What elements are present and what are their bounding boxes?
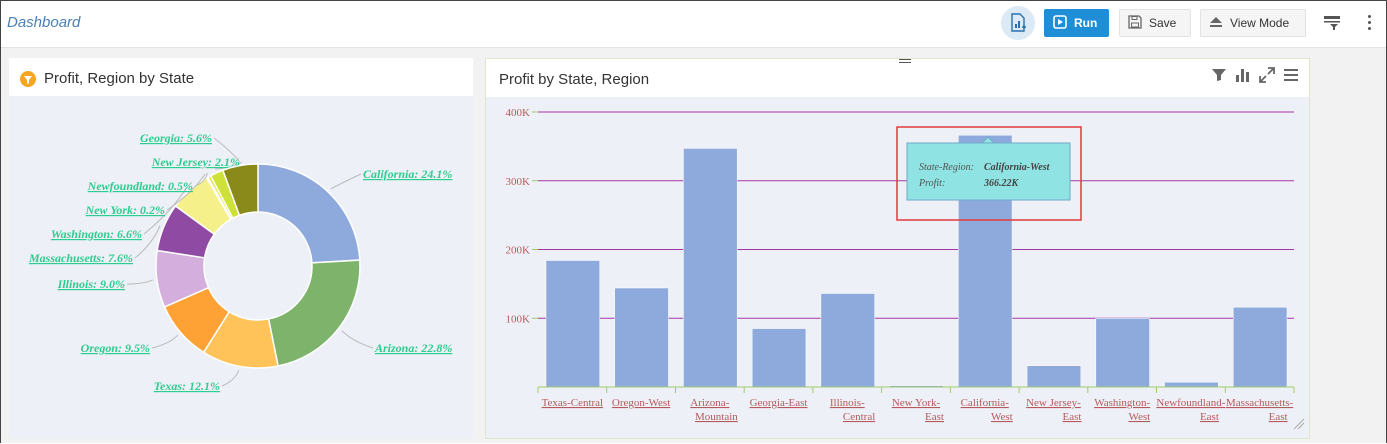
donut-leader-line bbox=[341, 330, 374, 349]
expand-icon[interactable] bbox=[1259, 67, 1275, 83]
x-tick-label: East bbox=[925, 411, 944, 423]
donut-leader-line bbox=[330, 173, 362, 190]
x-tick-label: East bbox=[1269, 411, 1288, 423]
x-tick-label: Mountain bbox=[695, 411, 738, 423]
bar-chart: 100K 200K 300K 400K Texas-Central Oregon-West… bbox=[506, 107, 1305, 430]
y-tick-label: 100K bbox=[506, 313, 531, 325]
run-button[interactable]: Run bbox=[1044, 9, 1109, 37]
app-title: Dashboard bbox=[7, 14, 81, 31]
tooltip-value: California-West bbox=[984, 162, 1051, 173]
tooltip-key: Profit: bbox=[918, 178, 945, 189]
donut-label: Arizona: 22.8% bbox=[374, 341, 452, 355]
run-label: Run bbox=[1074, 16, 1098, 30]
x-tick-label: West bbox=[991, 411, 1013, 423]
bar-illinois-central[interactable] bbox=[820, 293, 875, 388]
drag-handle-icon[interactable] bbox=[899, 59, 911, 65]
donut-label: New York: 0.2% bbox=[85, 203, 165, 217]
x-tick-label: New York- bbox=[892, 397, 941, 409]
bar-oregon-west[interactable] bbox=[614, 287, 669, 388]
bar-chart-panel: Profit by State, Region 100K 200K 300K 400K… bbox=[485, 58, 1310, 439]
donut-label: Massachusetts: 7.6% bbox=[28, 251, 133, 265]
x-tick-label: Newfoundland- bbox=[1156, 397, 1225, 409]
bar-texas-central[interactable] bbox=[545, 260, 600, 388]
filter-icon[interactable] bbox=[1211, 68, 1227, 82]
chart-type-icon bbox=[20, 71, 36, 92]
x-tick-label: Texas-Central bbox=[542, 397, 604, 409]
donut-leader-line bbox=[151, 334, 179, 349]
bar-new-jersey-east[interactable] bbox=[1026, 365, 1082, 388]
menu-icon[interactable] bbox=[1283, 68, 1299, 82]
bar-georgia-east[interactable] bbox=[751, 328, 807, 388]
save-button[interactable]: Save bbox=[1119, 9, 1191, 37]
tooltip-key: State-Region: bbox=[919, 162, 974, 173]
filter-list-icon bbox=[1324, 16, 1340, 30]
eject-icon bbox=[1209, 15, 1223, 32]
bar-newfoundland-east[interactable] bbox=[1164, 381, 1219, 388]
donut-leader-line bbox=[126, 279, 154, 285]
x-tick-label: Oregon-West bbox=[612, 397, 670, 409]
bar-arizona-mountain[interactable] bbox=[683, 148, 738, 388]
view-mode-label: View Mode bbox=[1230, 16, 1290, 30]
x-tick-label: California- bbox=[961, 397, 1010, 409]
left-panel-title: Profit, Region by State bbox=[44, 70, 195, 87]
bar-plot-area: 100K 200K 300K 400K Texas-Central Oregon-West… bbox=[486, 97, 1309, 438]
donut-label: Texas: 12.1% bbox=[154, 379, 220, 393]
x-tick-label: West bbox=[1128, 411, 1150, 423]
donut-slice-arizona[interactable] bbox=[267, 259, 361, 367]
donut-label: Oregon: 9.5% bbox=[81, 341, 150, 355]
x-tick-label: Massachusetts- bbox=[1226, 397, 1294, 409]
more-options-icon[interactable] bbox=[1368, 15, 1372, 31]
x-tick-label: New Jersey- bbox=[1026, 397, 1081, 409]
x-tick-label: Washington- bbox=[1094, 397, 1150, 409]
resize-grip-icon[interactable] bbox=[1293, 418, 1305, 430]
tooltip-value: 366.22K bbox=[983, 178, 1020, 189]
chart-actions bbox=[1211, 67, 1299, 83]
donut-label: Washington: 6.6% bbox=[51, 227, 142, 241]
bar-massachusetts-east[interactable] bbox=[1233, 307, 1288, 388]
donut-label: California: 24.1% bbox=[363, 167, 452, 181]
bar-washington-west[interactable] bbox=[1095, 318, 1150, 388]
donut-plot-area: California: 24.1% Arizona: 22.8% Texas: 12… bbox=[9, 96, 473, 439]
dashboard-canvas: Profit, Region by State California: 24.1… bbox=[1, 48, 1386, 443]
play-icon bbox=[1053, 14, 1067, 32]
x-tick-label: East bbox=[1200, 411, 1219, 423]
donut-label: Newfoundland: 0.5% bbox=[87, 179, 193, 193]
donut-label: New Jersey: 2.1% bbox=[151, 155, 240, 169]
x-tick-label: Arizona- bbox=[690, 397, 729, 409]
x-tick-label: Central bbox=[843, 411, 875, 423]
y-tick-label: 200K bbox=[506, 245, 531, 257]
x-tick-label: Illinois- bbox=[830, 397, 865, 409]
x-tick-label: Georgia-East bbox=[750, 397, 808, 409]
add-report-button[interactable] bbox=[1001, 6, 1035, 40]
top-toolbar: Dashboard Run Save View Mode bbox=[1, 1, 1386, 48]
donut-label: Georgia: 5.6% bbox=[140, 131, 212, 145]
y-tick-label: 300K bbox=[506, 176, 531, 188]
x-tick-label: East bbox=[1063, 411, 1082, 423]
donut-chart-panel: Profit, Region by State California: 24.1… bbox=[9, 58, 473, 439]
filter-panel-button[interactable] bbox=[1323, 15, 1341, 36]
save-icon bbox=[1128, 14, 1142, 32]
add-report-icon bbox=[1011, 13, 1026, 32]
save-label: Save bbox=[1149, 16, 1177, 30]
view-mode-button[interactable]: View Mode bbox=[1200, 9, 1306, 37]
y-tick-label: 400K bbox=[506, 107, 531, 119]
bar-chart-icon[interactable] bbox=[1235, 67, 1251, 83]
donut-leader-line bbox=[221, 370, 240, 387]
donut-slice-california[interactable] bbox=[257, 163, 361, 264]
donut-label: Illinois: 9.0% bbox=[57, 277, 125, 291]
right-panel-title: Profit by State, Region bbox=[499, 71, 650, 88]
donut-chart: California: 24.1% Arizona: 22.8% Texas: 12… bbox=[28, 131, 452, 393]
